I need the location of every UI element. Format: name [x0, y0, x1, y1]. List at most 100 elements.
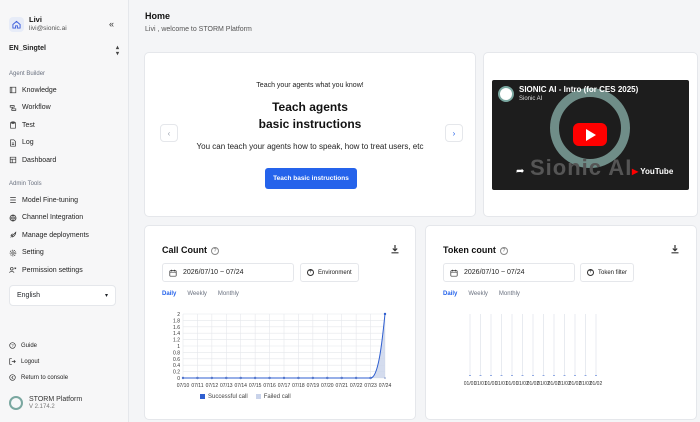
sidebar-item-test[interactable]: Test [9, 120, 35, 130]
sidebar-item-log[interactable]: Log [9, 138, 34, 148]
tab-weekly[interactable]: Weekly [468, 291, 488, 297]
tab-monthly[interactable]: Monthly [218, 291, 239, 297]
org-selector[interactable]: EN_Singtel ▴ ▾ [9, 45, 119, 57]
section-agent-builder: Agent Builder [9, 71, 46, 77]
org-name: EN_Singtel [9, 45, 46, 52]
token-count-chart: 01/0101/0101/0101/0101/0101/0201/0201/02… [464, 314, 602, 387]
video-title[interactable]: SIONIC AI - Intro (for CES 2025) [519, 85, 638, 94]
point-failed-call [340, 377, 343, 379]
point-failed-call [196, 377, 199, 379]
legend-successful[interactable]: Successful call [200, 394, 248, 400]
logout-link[interactable]: Logout [9, 358, 39, 365]
sidebar-item-workflow[interactable]: Workflow [9, 103, 51, 113]
point-failed-call [369, 377, 372, 379]
sidebar-item-label: Manage deployments [22, 231, 89, 239]
token-bar [542, 375, 545, 376]
y-tick-label: 1.2 [173, 338, 180, 344]
sidebar-item-setting[interactable]: Setting [9, 248, 44, 258]
point-failed-call [312, 377, 314, 379]
x-tick-label: 07/10 [177, 383, 190, 389]
onboarding-carousel: ‹ › Teach your agents what you know! Tea… [144, 52, 476, 217]
token-filter-button[interactable]: + Token filter [580, 263, 635, 282]
y-tick-label: 1.6 [173, 325, 180, 331]
help-icon[interactable]: ? [499, 246, 508, 255]
point-failed-call [326, 377, 329, 379]
environment-filter-button[interactable]: + Environment [300, 263, 359, 282]
x-tick-label: 07/13 [220, 383, 233, 389]
calendar-icon [450, 269, 458, 277]
sidebar-item-label: Log [22, 139, 34, 146]
token-bar [479, 375, 482, 376]
share-icon[interactable]: ➦ [516, 166, 524, 177]
x-tick-label: 07/14 [234, 383, 247, 389]
token-bar [500, 375, 503, 376]
user-email: livi@sionic.ai [29, 25, 67, 32]
token-bar [595, 375, 597, 376]
user-profile[interactable]: Livi livi@sionic.ai [9, 15, 67, 33]
call-count-card: Call Count? 2026/07/10 ~ 07/24 + Environm… [144, 225, 416, 420]
token-count-title: Token count? [443, 245, 508, 255]
token-bar [511, 375, 513, 376]
youtube-video[interactable]: Sionic AI SIONIC AI - Intro (for CES 202… [492, 80, 689, 190]
sidebar-item-channel-integration[interactable]: Channel Integration [9, 213, 83, 223]
x-tick-label: 07/18 [292, 383, 305, 389]
date-range-picker[interactable]: 2026/07/10 ~ 07/24 [443, 263, 575, 282]
token-bar [584, 375, 587, 376]
legend-failed[interactable]: Failed call [255, 394, 291, 400]
point-failed-call [355, 377, 357, 379]
download-icon[interactable] [390, 244, 400, 256]
sidebar-item-label: Model Fine-tuning [22, 196, 79, 204]
carousel-description: You can teach your agents how to speak, … [196, 142, 424, 151]
brand-name: STORM Platform [29, 396, 83, 403]
guide-link[interactable]: ? Guide [9, 342, 37, 349]
point-failed-call [384, 377, 386, 379]
token-bar [490, 375, 492, 376]
y-tick-label: 0.4 [173, 363, 180, 369]
token-bar [521, 375, 524, 376]
video-overlay-text: Sionic AI [530, 155, 633, 180]
sidebar-item-label: Knowledge [22, 86, 57, 94]
tab-daily[interactable]: Daily [443, 291, 457, 297]
sidebar-item-dashboard[interactable]: Dashboard [9, 155, 56, 165]
x-tick-label: 07/11 [191, 383, 203, 389]
download-icon[interactable] [670, 244, 680, 256]
help-icon[interactable]: ? [211, 246, 219, 255]
x-tick-label: 07/20 [321, 383, 334, 389]
clipboard-icon [10, 121, 16, 129]
y-tick-label: 0.6 [173, 357, 180, 363]
x-tick-label: 07/23 [364, 383, 377, 389]
video-card: Sionic AI SIONIC AI - Intro (for CES 202… [483, 52, 698, 217]
sidebar-item-label: Test [22, 121, 35, 129]
video-channel: Sionic AI [519, 96, 543, 102]
token-bar [469, 375, 471, 376]
version: V 2.174.2 [29, 404, 55, 410]
channel-avatar-icon[interactable] [498, 86, 514, 102]
youtube-logo[interactable]: ▶ YouTube [632, 167, 673, 176]
page-subtitle: Livi , welcome to STORM Platform [145, 26, 252, 33]
point-failed-call [211, 377, 213, 379]
x-tick-label: 07/16 [263, 383, 276, 389]
sidebar-item-model-fine-tuning[interactable]: Model Fine-tuning [9, 195, 78, 205]
logout-icon [9, 358, 16, 365]
carousel-eyebrow: Teach your agents what you know! [256, 82, 364, 89]
return-console-link[interactable]: Return to console [9, 374, 68, 381]
file-icon [10, 138, 16, 147]
tab-daily[interactable]: Daily [162, 291, 176, 297]
point-failed-call [297, 377, 300, 379]
tab-weekly[interactable]: Weekly [187, 291, 207, 297]
date-range-picker[interactable]: 2026/07/10 ~ 07/24 [162, 263, 294, 282]
list-icon [10, 197, 16, 203]
token-bar [563, 375, 566, 376]
sidebar-item-knowledge[interactable]: Knowledge [9, 85, 57, 95]
section-admin-tools: Admin Tools [9, 181, 42, 187]
language-select[interactable]: English ▾ [9, 285, 116, 306]
y-tick-label: 1.4 [173, 331, 180, 337]
sidebar-item-label: Dashboard [22, 156, 57, 164]
play-icon[interactable] [573, 123, 607, 146]
y-tick-label: 1 [177, 344, 180, 350]
collapse-sidebar-icon[interactable]: « [109, 19, 114, 29]
sidebar-item-permission-settings[interactable]: Permission settings [9, 265, 83, 275]
tab-monthly[interactable]: Monthly [499, 291, 520, 297]
sidebar-item-manage-deployments[interactable]: Manage deployments [9, 230, 89, 240]
teach-instructions-button[interactable]: Teach basic instructions [265, 168, 357, 189]
